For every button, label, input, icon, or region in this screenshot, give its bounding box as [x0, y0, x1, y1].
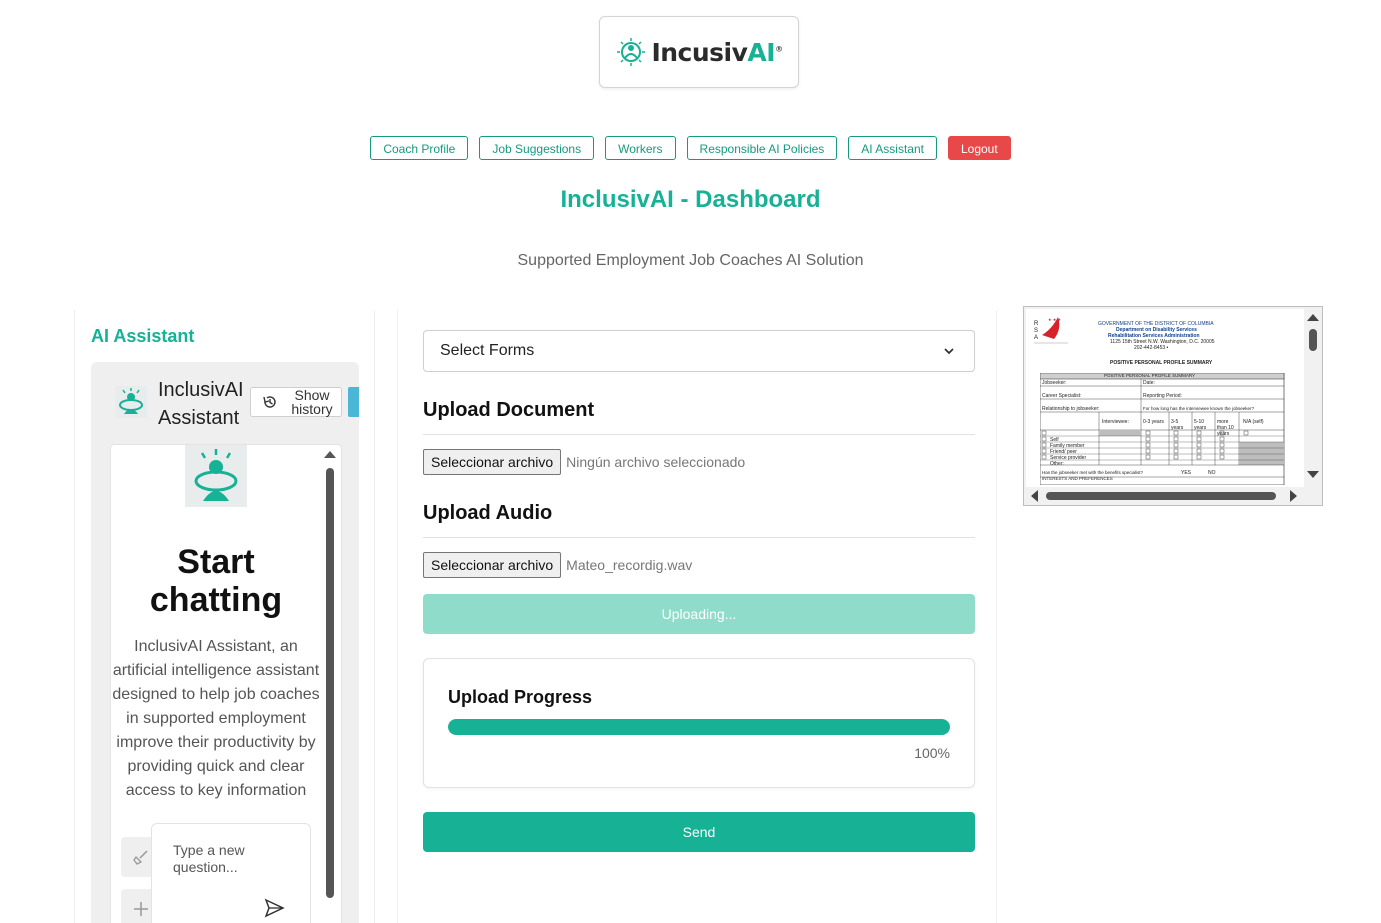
side-tab[interactable] [348, 387, 359, 417]
preview-vertical-thumb[interactable] [1309, 329, 1317, 351]
nav-job-suggestions-button[interactable]: Job Suggestions [479, 136, 595, 160]
top-nav: Coach Profile Job Suggestions Workers Re… [0, 136, 1381, 160]
preview-vertical-scrollbar[interactable] [1304, 307, 1322, 487]
page-title: InclusivAI - Dashboard [560, 186, 821, 213]
doc-col-10-plus: more than 10 years [1217, 419, 1234, 437]
doc-field-known-duration: For how long has the interviewee known t… [1143, 406, 1255, 411]
doc-col-3-5: 3-5 years [1171, 419, 1184, 431]
audio-file-input: Seleccionar archivo Mateo_recordig.wav [423, 552, 692, 578]
doc-col-5-10: 5-10 years [1194, 419, 1207, 431]
nav-coach-profile-button[interactable]: Coach Profile [370, 136, 469, 160]
send-message-icon[interactable] [263, 897, 285, 919]
preview-horizontal-scrollbar[interactable] [1024, 487, 1306, 505]
chat-input[interactable]: Type a new question... [151, 823, 311, 923]
send-button[interactable]: Send [423, 812, 975, 852]
nav-workers-button[interactable]: Workers [605, 136, 676, 160]
chat-widget: InclusivAI Assistant Show history Start … [91, 362, 359, 923]
document-page: R S A ★ ★ ★ GOVERNMENT OF THE DISTRICT O… [1026, 309, 1304, 487]
upload-progress-fill [448, 719, 950, 735]
upload-form: Select Forms Upload Document Seleccionar… [397, 310, 997, 923]
assistant-description: InclusivAI Assistant, an artificial inte… [112, 638, 320, 799]
upload-progress-title: Upload Progress [448, 687, 593, 707]
doc-org-line-5: 202-442-8453 • [1134, 345, 1169, 351]
rsa-logo-icon: R S A ★ ★ ★ [1034, 317, 1068, 344]
chat-body: Start chatting InclusivAI Assistant, an … [110, 444, 342, 923]
ai-assistant-section-title: AI Assistant [91, 326, 195, 346]
scroll-up-icon[interactable] [322, 448, 338, 462]
doc-field-career-specialist: Career Specialist: [1042, 393, 1082, 399]
nav-responsible-ai-policies-button[interactable]: Responsible AI Policies [686, 136, 838, 160]
preview-horizontal-thumb[interactable] [1046, 492, 1276, 500]
show-history-label: Show history [291, 387, 333, 417]
forms-select[interactable]: Select Forms [423, 330, 975, 372]
preview-scroll-down-icon[interactable] [1304, 467, 1322, 481]
chat-scrollbar-thumb[interactable] [326, 468, 334, 898]
nav-ai-assistant-button[interactable]: AI Assistant [848, 136, 937, 160]
history-icon [263, 396, 276, 408]
document-preview[interactable]: R S A ★ ★ ★ GOVERNMENT OF THE DISTRICT O… [1023, 306, 1323, 506]
chevron-down-icon [944, 348, 954, 355]
inclusivai-logo-icon [617, 38, 646, 66]
preview-scroll-left-icon[interactable] [1028, 487, 1042, 505]
page-subtitle: Supported Employment Job Coaches AI Solu… [517, 252, 864, 269]
upload-audio-heading: Upload Audio [423, 502, 975, 538]
doc-col-na: N/A (self) [1243, 419, 1264, 425]
document-file-input: Seleccionar archivo Ningún archivo selec… [423, 449, 745, 475]
assistant-avatar-icon [115, 386, 147, 418]
svg-text:A: A [1034, 335, 1038, 341]
svg-text:S: S [1034, 328, 1038, 334]
uploading-button[interactable]: Uploading... [423, 594, 975, 634]
forms-select-value: Select Forms [440, 342, 535, 359]
document-choose-file-button[interactable]: Seleccionar archivo [423, 449, 562, 475]
doc-field-jobseeker: Jobseeker: [1042, 380, 1067, 386]
chat-scrollbar[interactable] [321, 444, 337, 923]
doc-field-relationship: Relationship to jobseeker: [1042, 406, 1100, 412]
document-file-name: Ningún archivo seleccionado [566, 454, 746, 470]
upload-document-heading: Upload Document [423, 399, 975, 435]
svg-text:★ ★ ★: ★ ★ ★ [1048, 317, 1061, 322]
brand-name: IncusivAI® [651, 37, 783, 67]
upload-progress-percent: 100% [914, 745, 950, 761]
broom-icon [133, 850, 148, 865]
logout-button[interactable]: Logout [947, 136, 1011, 160]
logo: IncusivAI® [599, 16, 799, 88]
doc-table [1040, 373, 1285, 485]
doc-col-interviewee: Interviewee: [1102, 419, 1129, 425]
svg-text:R: R [1034, 321, 1039, 327]
bot-avatar-icon [185, 445, 247, 507]
chat-header-title: InclusivAI Assistant [158, 379, 244, 429]
start-chatting-title: Start chatting [149, 543, 283, 619]
upload-progress-card: Upload Progress 100% [423, 658, 975, 788]
plus-icon [134, 902, 148, 916]
doc-title: POSITIVE PERSONAL PROFILE SUMMARY [1110, 360, 1213, 366]
upload-progress-bar [448, 719, 950, 735]
preview-scroll-right-icon[interactable] [1286, 487, 1300, 505]
show-history-button[interactable]: Show history [250, 387, 342, 417]
ai-assistant-panel: AI Assistant InclusivAI Assistant Show h… [74, 310, 375, 923]
doc-table-header: POSITIVE PERSONAL PROFILE SUMMARY [1104, 373, 1196, 378]
preview-scroll-up-icon[interactable] [1304, 311, 1322, 325]
doc-footer-row: INTERESTS AND PREFERENCES [1042, 476, 1113, 481]
doc-row-other: Other: [1050, 461, 1064, 467]
chat-input-placeholder: Type a new question... [173, 842, 245, 875]
doc-field-reporting-period: Reporting Period: [1143, 393, 1182, 399]
doc-no: NO [1208, 470, 1216, 476]
doc-field-date: Date: [1143, 380, 1155, 386]
audio-choose-file-button[interactable]: Seleccionar archivo [423, 552, 562, 578]
doc-col-0-3: 0-3 years [1143, 419, 1164, 425]
doc-yes: YES [1181, 470, 1192, 476]
audio-file-name: Mateo_recordig.wav [566, 557, 693, 573]
